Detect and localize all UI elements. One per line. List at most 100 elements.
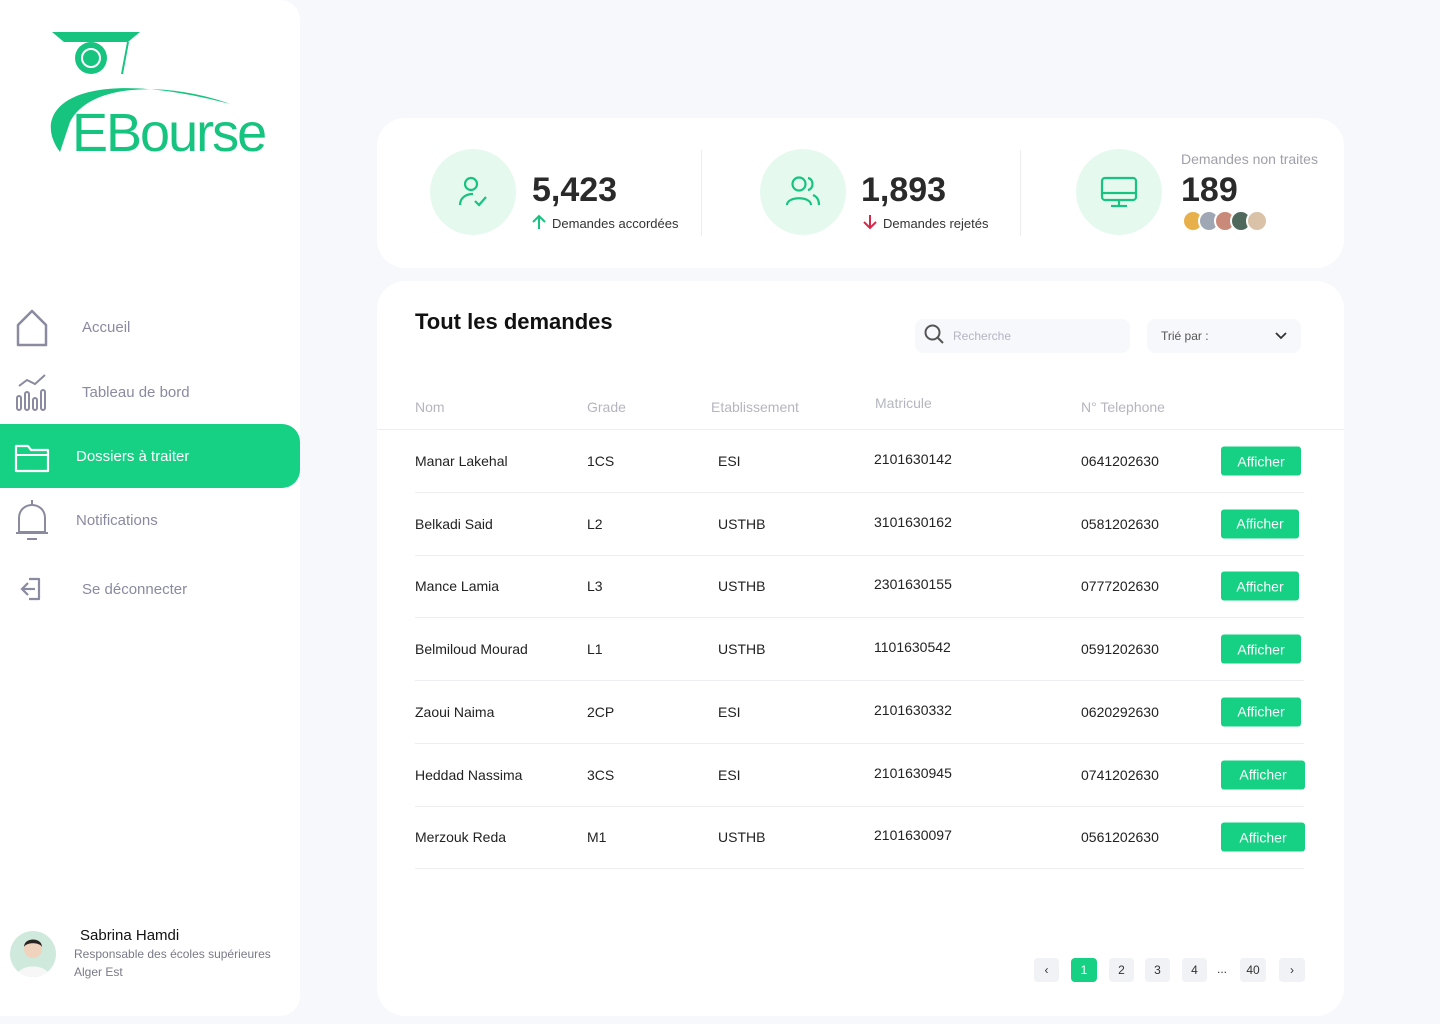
cell-matricule: 1101630542: [874, 639, 951, 656]
brand-name: EBourse: [72, 103, 267, 163]
page-2-button[interactable]: 2: [1109, 958, 1134, 982]
cell-nom: Belkadi Said: [415, 515, 493, 532]
afficher-button[interactable]: Afficher: [1221, 760, 1305, 789]
cell-etablissement: USTHB: [718, 515, 766, 532]
sort-dropdown[interactable]: Trié par :: [1147, 319, 1301, 353]
profile-name: Sabrina Hamdi: [80, 927, 180, 944]
search-box[interactable]: [915, 319, 1130, 353]
divider: [1020, 150, 1021, 236]
nav-item-notifications[interactable]: Notifications: [0, 488, 300, 552]
cell-grade: L3: [587, 578, 603, 595]
avatar: [10, 931, 56, 977]
cell-grade: 1CS: [587, 453, 615, 469]
nav-label-dossiers-a-traiter: Dossiers à traiter: [76, 447, 190, 465]
cell-etablissement: USTHB: [718, 578, 766, 595]
column-header-grade: Grade: [587, 399, 626, 415]
avatar-group: [1182, 210, 1268, 232]
cell-nom: Belmiloud Mourad: [415, 641, 528, 658]
afficher-button[interactable]: Afficher: [1221, 509, 1299, 539]
next-page-button[interactable]: ›: [1279, 958, 1305, 982]
cell-matricule: 2301630155: [874, 576, 952, 593]
folder-icon: [14, 438, 50, 474]
bell-icon: [14, 500, 50, 540]
cell-telephone: 0641202630: [1081, 453, 1159, 469]
table-row: Merzouk Reda M1 USTHB 2101630097 0561202630 A…: [415, 806, 1305, 870]
cell-etablissement: ESI: [718, 703, 741, 720]
cell-grade: 2CP: [587, 703, 615, 720]
table-row: Manar Lakehal 1CS ESI 2101630142 0641202630 A…: [415, 430, 1304, 493]
table-row: Heddad Nassima 3CS ESI 2101630945 0741202630…: [415, 744, 1305, 807]
afficher-button[interactable]: Afficher: [1221, 697, 1301, 727]
cell-matricule: 3101630162: [874, 513, 952, 530]
users-icon: [760, 149, 846, 235]
stat-pending-value: 189: [1181, 171, 1238, 209]
cell-etablissement: ESI: [718, 766, 741, 783]
stat-accepted-label: Demandes accordées: [532, 214, 678, 233]
stat-rejected-label: Demandes rejetés: [863, 214, 989, 233]
cell-matricule: 2101630945: [874, 764, 952, 781]
cell-grade: L1: [587, 641, 603, 658]
cell-etablissement: USTHB: [718, 829, 766, 846]
cell-telephone: 0581202630: [1081, 515, 1159, 532]
column-header-etablissement: Etablissement: [711, 399, 799, 415]
monitor-icon: [1076, 149, 1162, 235]
page-3-button[interactable]: 3: [1145, 958, 1170, 982]
table-row: Zaoui Naima 2CP ESI 2101630332 0620292630 Aff…: [415, 681, 1304, 744]
home-icon: [14, 309, 50, 347]
page-4-button[interactable]: 4: [1182, 958, 1207, 982]
cell-telephone: 0620292630: [1081, 703, 1159, 720]
user-profile[interactable]: Sabrina Hamdi Responsable des écoles sup…: [10, 925, 300, 995]
profile-location: Alger Est: [74, 965, 123, 979]
stat-accepted-text: Demandes accordées: [552, 216, 679, 231]
afficher-button[interactable]: Afficher: [1221, 634, 1301, 664]
stat-pending-caption: Demandes non traites: [1181, 151, 1318, 167]
column-header-matricule: Matricule: [875, 395, 932, 411]
profile-role: Responsable des écoles supérieures: [74, 947, 271, 961]
chart-icon: [14, 374, 50, 411]
table-row: Belmiloud Mourad L1 USTHB 1101630542 0591202…: [415, 618, 1304, 682]
page-40-button[interactable]: 40: [1240, 958, 1266, 982]
nav-item-se-deconnecter[interactable]: Se déconnecter: [0, 557, 300, 621]
pagination-ellipsis: ...: [1217, 962, 1228, 976]
cell-nom: Merzouk Reda: [415, 829, 507, 846]
search-input[interactable]: [953, 329, 1113, 343]
cell-nom: Mance Lamia: [415, 578, 500, 595]
chevron-down-icon: [1275, 329, 1287, 343]
nav-label-notifications: Notifications: [76, 511, 158, 529]
nav-item-tableau-de-bord[interactable]: Tableau de bord: [0, 360, 300, 424]
nav-label-tableau-de-bord: Tableau de bord: [82, 383, 190, 401]
cell-matricule: 2101630332: [874, 701, 952, 718]
nav-label-se-deconnecter: Se déconnecter: [82, 580, 188, 598]
column-header-nom: Nom: [415, 399, 445, 415]
cell-grade: M1: [587, 829, 607, 846]
cell-matricule: 2101630097: [874, 827, 952, 844]
cell-etablissement: USTHB: [718, 641, 766, 658]
table-row: Mance Lamia L3 USTHB 2301630155 0777202630 Af…: [415, 555, 1304, 619]
page-1-button[interactable]: 1: [1071, 958, 1097, 982]
afficher-button[interactable]: Afficher: [1221, 571, 1299, 601]
sidebar: EBourse Accueil Tableau de bord Dossiers…: [0, 0, 300, 1016]
search-icon: [923, 323, 945, 350]
afficher-button[interactable]: Afficher: [1221, 446, 1301, 476]
cell-grade: 3CS: [587, 766, 615, 783]
logout-icon: [14, 571, 50, 607]
prev-page-button[interactable]: ‹: [1034, 958, 1059, 982]
afficher-button[interactable]: Afficher: [1221, 822, 1305, 852]
avatar: [1246, 210, 1268, 232]
cell-nom: Manar Lakehal: [415, 453, 508, 469]
stats-card: 5,423 Demandes accordées 1,893 Demandes …: [377, 118, 1344, 268]
table-title: Tout les demandes: [415, 309, 613, 334]
nav-label-accueil: Accueil: [82, 318, 131, 336]
cell-etablissement: ESI: [718, 453, 741, 469]
table-row: Belkadi Said L2 USTHB 3101630162 0581202630 A…: [415, 493, 1304, 556]
stat-rejected-text: Demandes rejetés: [883, 216, 989, 231]
nav-item-dossiers-a-traiter[interactable]: Dossiers à traiter: [0, 424, 300, 488]
cell-grade: L2: [587, 515, 603, 532]
stat-accepted-value: 5,423: [532, 171, 618, 209]
cell-telephone: 0777202630: [1081, 578, 1159, 595]
arrow-up-icon: [532, 214, 546, 233]
column-header-telephone: N° Telephone: [1081, 399, 1165, 415]
user-check-icon: [430, 149, 516, 235]
nav-item-accueil[interactable]: Accueil: [0, 295, 300, 359]
cell-nom: Heddad Nassima: [415, 766, 523, 783]
